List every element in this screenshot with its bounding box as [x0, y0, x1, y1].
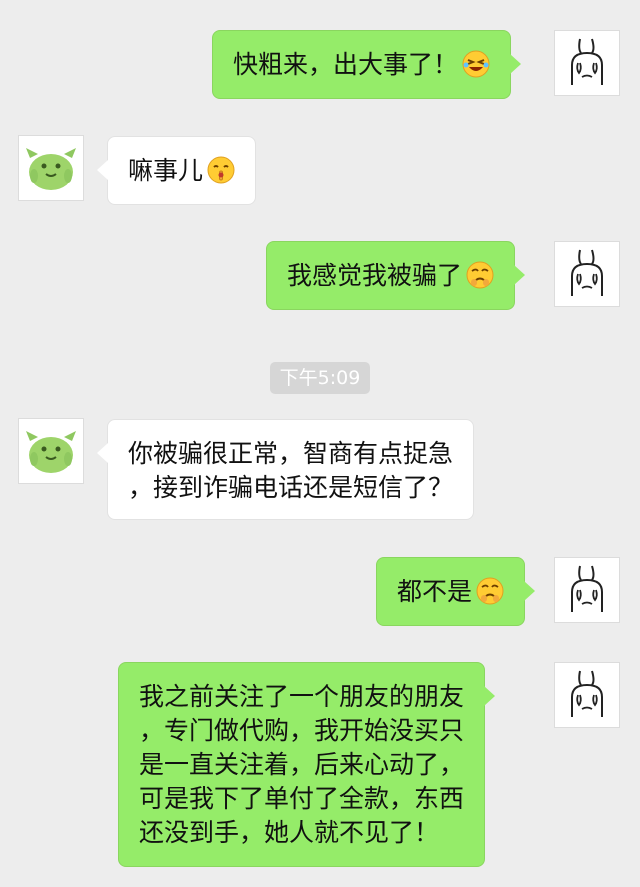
message-line: 我之前关注了一个朋友的朋友	[139, 682, 465, 711]
pleading-emoji-icon	[476, 577, 504, 605]
message-line: 是一直关注着，后来心动了，	[139, 750, 465, 779]
pleading-emoji-icon	[466, 261, 494, 289]
rabbit-avatar-icon[interactable]	[554, 241, 620, 307]
message-text: 我感觉我被骗了	[287, 261, 463, 290]
laughing-squint-emoji-icon	[462, 50, 490, 78]
message-bubble-received[interactable]: 你被骗很正常，智商有点捉急 ，接到诈骗电话还是短信了？	[96, 419, 475, 520]
message-bubble-sent[interactable]: 我之前关注了一个朋友的朋友 ，专门做代购，我开始没买只 是一直关注着，后来心动了…	[118, 662, 496, 867]
rabbit-avatar-icon[interactable]	[554, 30, 620, 96]
green-creature-drawing	[26, 431, 76, 473]
message-line: 可是我下了单付了全款，东西	[139, 784, 465, 813]
message-line: 你被骗很正常，智商有点捉急	[128, 439, 454, 468]
green-creature-avatar-icon[interactable]	[18, 135, 84, 201]
message-text: 快粗来，出大事了！	[233, 50, 459, 79]
timestamp-label: 下午5:09	[270, 362, 370, 394]
green-creature-avatar-icon[interactable]	[18, 418, 84, 484]
message-text: 都不是	[397, 577, 473, 606]
rabbit-avatar-drawing	[571, 670, 603, 717]
message-line: 还没到手，她人就不见了！	[139, 818, 440, 847]
rabbit-avatar-drawing	[571, 38, 603, 85]
message-line: ，专门做代购，我开始没买只	[139, 716, 465, 745]
rabbit-avatar-drawing	[571, 249, 603, 296]
message-bubble-sent[interactable]: 都不是	[376, 557, 536, 626]
message-bubble-sent[interactable]: 我感觉我被骗了	[266, 241, 526, 310]
shush-emoji-icon	[207, 156, 235, 184]
rabbit-avatar-icon[interactable]	[554, 662, 620, 728]
message-bubble-received[interactable]: 嘛事儿	[96, 136, 257, 205]
message-bubble-sent[interactable]: 快粗来，出大事了！	[212, 30, 522, 99]
message-text: 嘛事儿	[128, 156, 204, 185]
green-creature-drawing	[26, 148, 76, 190]
rabbit-avatar-drawing	[571, 565, 603, 612]
message-line: ，接到诈骗电话还是短信了？	[128, 473, 454, 502]
rabbit-avatar-icon[interactable]	[554, 557, 620, 623]
